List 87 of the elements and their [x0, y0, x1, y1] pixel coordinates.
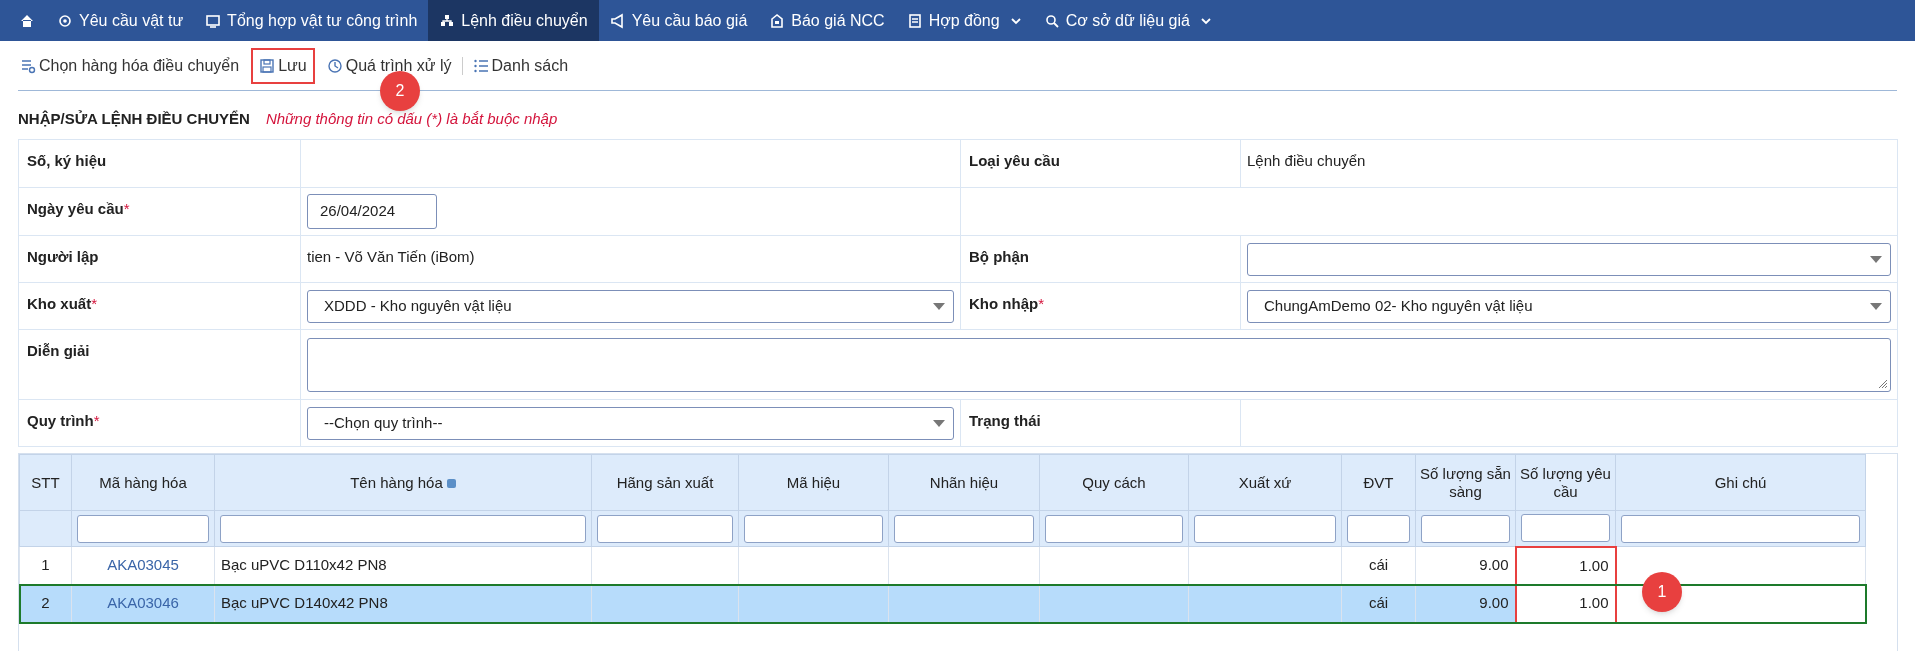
- required-mark: *: [91, 295, 97, 312]
- filter-input[interactable]: [744, 514, 883, 543]
- nav-tab[interactable]: Cơ sở dữ liệu giá: [1032, 0, 1223, 41]
- column-header: Xuất xứ: [1238, 473, 1292, 491]
- dropdown-caret-icon: [1870, 302, 1882, 310]
- nav-icon: [609, 12, 626, 29]
- table-cell: cái: [1368, 556, 1389, 574]
- toolbar-button[interactable]: Lưu: [253, 49, 313, 82]
- date-field[interactable]: 26/04/2024: [307, 194, 437, 229]
- table-cell: 9.00: [1479, 594, 1509, 612]
- table-cell: 2: [41, 594, 50, 612]
- column-header: Quy cách: [1082, 473, 1146, 491]
- required-mark: *: [1038, 295, 1044, 312]
- table-cell: 9.00: [1479, 556, 1509, 574]
- dropdown-caret-icon: [1870, 255, 1882, 263]
- filter-input[interactable]: [894, 514, 1034, 543]
- dropdown-field[interactable]: [1247, 242, 1891, 276]
- toolbar-button[interactable]: Chọn hàng hóa điều chuyển: [18, 49, 242, 82]
- column-header: Nhãn hiệu: [929, 473, 999, 491]
- dropdown-field[interactable]: ChungAmDemo 02- Kho nguyên vật liệu: [1247, 289, 1891, 323]
- field-label: Số, ký hiệu: [27, 152, 107, 169]
- table-cell: 1: [41, 556, 50, 574]
- nav-icon: [57, 12, 73, 29]
- column-header: STT: [31, 473, 60, 491]
- form-title: NHẬP/SỬA LỆNH ĐIỀU CHUYỂN: [18, 108, 250, 129]
- required-mark: *: [123, 200, 130, 217]
- save-icon: [259, 57, 276, 74]
- nav-icon: [1043, 12, 1060, 29]
- field-label: Bộ phận: [969, 248, 1029, 265]
- nav-tab[interactable]: Yêu cầu báo giá: [598, 0, 759, 41]
- field-value: Lệnh điều chuyển: [1247, 152, 1366, 169]
- field-label: Kho nhập: [969, 295, 1039, 312]
- column-header: Mã hiệu: [786, 473, 841, 491]
- chevron-down-icon: [1009, 16, 1022, 25]
- filter-input[interactable]: [1194, 514, 1336, 543]
- field-label: Quy trình: [27, 412, 94, 429]
- dropdown-field[interactable]: XDDD - Kho nguyên vật liệu: [307, 289, 954, 323]
- dropdown-caret-icon: [933, 419, 945, 427]
- filter-input[interactable]: [1421, 514, 1510, 543]
- dropdown-caret-icon: [933, 302, 945, 310]
- filter-input[interactable]: [597, 514, 733, 543]
- table-cell: 1.00: [1579, 556, 1609, 574]
- table-cell: Bạc uPVC D140x42 PN8: [221, 594, 388, 612]
- resize-handle-icon: [1878, 378, 1888, 389]
- nav-icon: [906, 12, 923, 29]
- filter-input[interactable]: [1045, 514, 1183, 543]
- column-header: Số lượng yêu cầu: [1520, 464, 1611, 500]
- nav-icon: [439, 12, 456, 29]
- field-label: Kho xuất: [27, 295, 92, 312]
- nav-tab[interactable]: Báo giá NCC: [758, 0, 896, 41]
- required-note: Những thông tin có dấu (*) là bắt buộc nhập: [265, 108, 558, 129]
- filter-input[interactable]: [1521, 514, 1610, 543]
- field-label: Loại yêu cầu: [969, 152, 1060, 169]
- field-label: Diễn giải: [27, 342, 90, 359]
- column-header: Ghi chú: [1714, 473, 1767, 491]
- field-label: Ngày yêu cầu: [27, 200, 124, 217]
- nav-tab[interactable]: Tổng hợp vật tư công trình: [194, 0, 429, 41]
- chevron-down-icon: [1199, 16, 1212, 25]
- filter-input[interactable]: [1621, 514, 1860, 543]
- column-header: ĐVT: [1363, 473, 1394, 491]
- callout-badge: 1: [1642, 572, 1682, 612]
- field-value: tien - Võ Văn Tiến (iBom): [307, 248, 475, 265]
- table-cell: Bạc uPVC D110x42 PN8: [221, 556, 387, 574]
- column-header: Số lượng sẵn sàng: [1420, 464, 1511, 500]
- table-cell: cái: [1368, 594, 1389, 612]
- required-mark: *: [93, 412, 100, 429]
- field-label: Trạng thái: [969, 412, 1041, 429]
- nav-icon: [769, 12, 786, 29]
- textarea-field[interactable]: [307, 337, 1891, 392]
- column-header: Hãng sản xuất: [616, 473, 714, 491]
- callout-badge: 2: [380, 71, 420, 111]
- filter-input[interactable]: [77, 514, 209, 543]
- nav-tab[interactable]: Yêu cầu vật tư: [46, 0, 195, 41]
- nav-tab[interactable]: Hợp đồng: [895, 0, 1033, 41]
- filter-input[interactable]: [220, 514, 586, 543]
- clock-icon: [326, 57, 343, 74]
- table-cell: 1.00: [1579, 594, 1609, 611]
- dropdown-field[interactable]: --Chọn quy trình--: [307, 406, 954, 440]
- nav-tab[interactable]: Lệnh điều chuyển: [428, 0, 599, 41]
- column-header: Mã hàng hóa: [99, 473, 187, 491]
- toolbar-button[interactable]: Danh sách: [470, 49, 571, 82]
- list-settings-icon: [20, 57, 36, 74]
- nav-icon: [205, 12, 222, 29]
- filter-input[interactable]: [1347, 514, 1410, 543]
- column-header: Tên hàng hóa: [350, 473, 443, 491]
- field-label: Người lập: [27, 248, 99, 265]
- list-icon: [472, 57, 489, 74]
